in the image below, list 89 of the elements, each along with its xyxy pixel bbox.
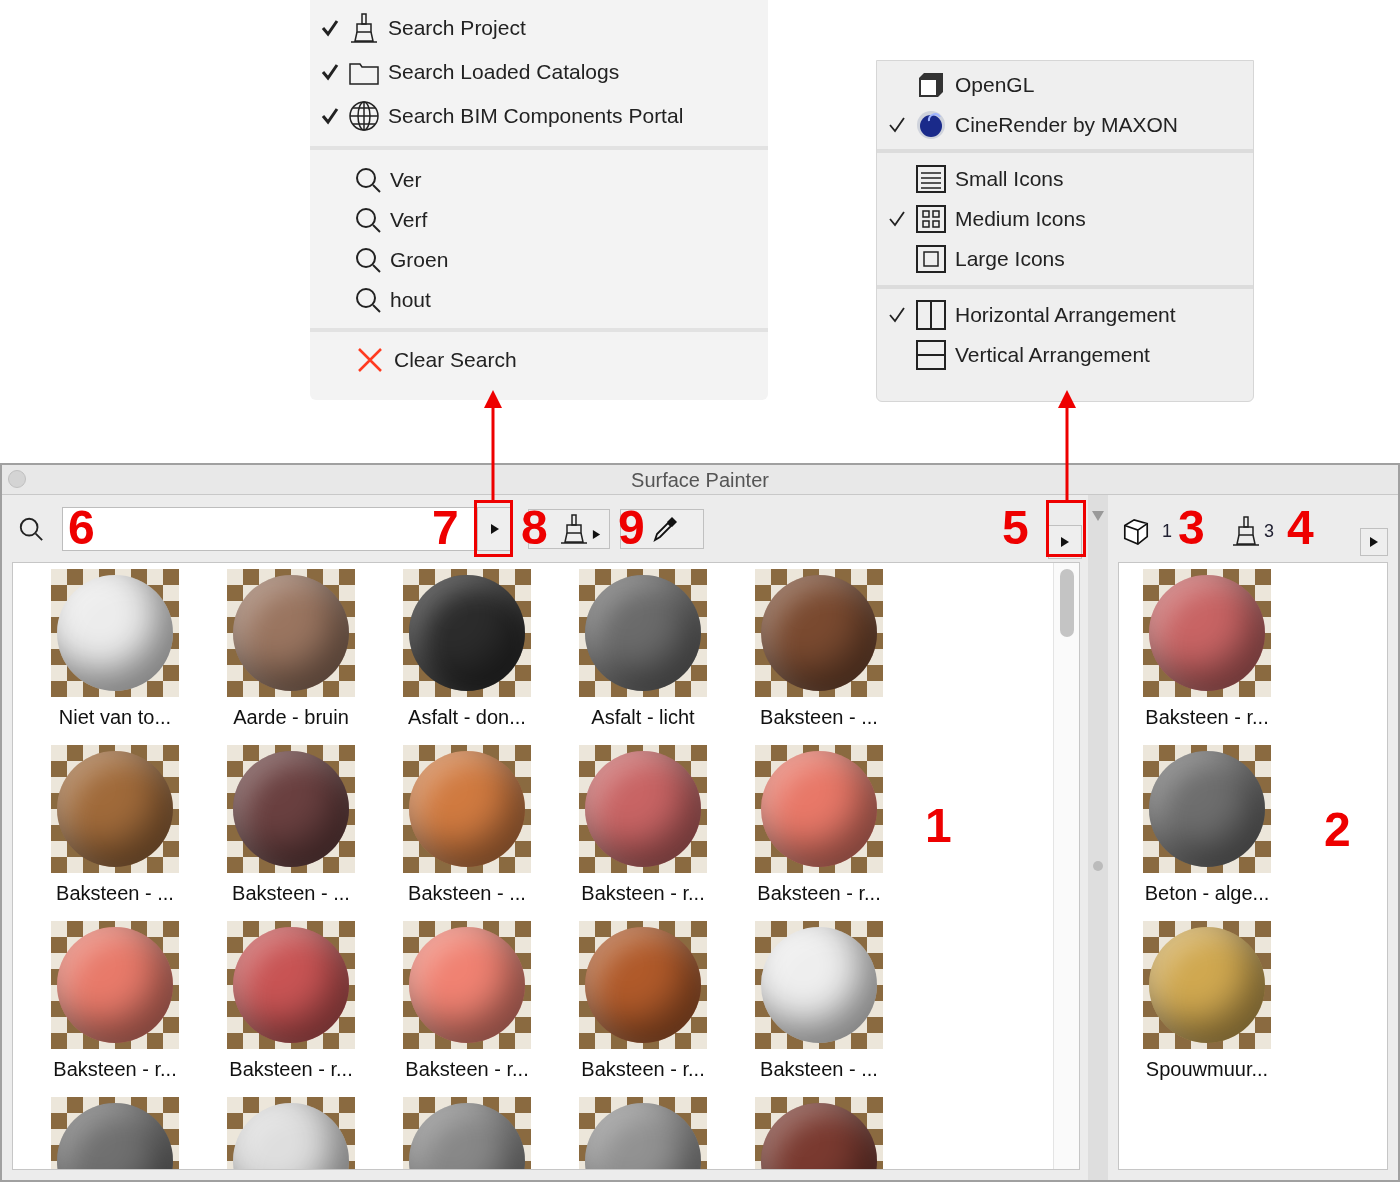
menu-item[interactable]: hout <box>310 280 768 320</box>
menu-item[interactable]: Vertical Arrangement <box>877 335 1253 375</box>
material-preview[interactable] <box>51 745 179 873</box>
splitter-handle[interactable] <box>1093 861 1103 871</box>
callout-number: 8 <box>521 502 548 554</box>
material-preview[interactable] <box>579 921 707 1049</box>
material-preview[interactable] <box>403 745 531 873</box>
search-icon <box>354 246 382 274</box>
cube-icon <box>1122 516 1150 547</box>
search-field[interactable] <box>62 506 512 551</box>
menu-item[interactable]: OpenGL <box>877 65 1253 105</box>
play-arrow-icon <box>1060 535 1070 548</box>
play-arrow-icon <box>1369 535 1379 548</box>
globe-icon <box>348 100 380 132</box>
material-name: Baksteen - ... <box>56 881 174 905</box>
search-menu-button[interactable] <box>477 507 511 550</box>
callout-number: 9 <box>618 502 645 554</box>
callout-number: 3 <box>1178 502 1205 554</box>
play-arrow-icon <box>592 529 601 540</box>
menu-item[interactable]: Search Project <box>310 6 768 50</box>
scrollbar-thumb[interactable] <box>1059 569 1074 637</box>
material-name: Baksteen - r... <box>757 881 881 905</box>
callout-number: 5 <box>1002 502 1029 554</box>
close-icon <box>356 346 384 374</box>
material-name: Baksteen - r... <box>581 1057 705 1081</box>
grid-icon <box>915 203 947 235</box>
material-name: Baksteen - r... <box>53 1057 177 1081</box>
material-preview[interactable] <box>755 569 883 697</box>
pane-menu-button[interactable] <box>1360 527 1388 556</box>
menu-item[interactable]: Verf <box>310 200 768 240</box>
material-name: Asfalt - licht <box>591 705 695 729</box>
menu-item[interactable]: Search Loaded Catalogs <box>310 50 768 94</box>
menu-item[interactable]: Search BIM Components Portal <box>310 94 768 138</box>
material-preview[interactable] <box>1143 745 1271 873</box>
eyedropper-icon <box>651 514 679 543</box>
highlight-frame <box>474 500 513 557</box>
brush-icon <box>1230 514 1262 547</box>
count-label: 1 <box>1162 520 1172 543</box>
window-title: Surface Painter <box>631 467 769 493</box>
material-preview[interactable] <box>227 921 355 1049</box>
square-icon <box>915 243 947 275</box>
material-name: Baksteen - ... <box>232 881 350 905</box>
material-name: Asfalt - don... <box>408 705 526 729</box>
material-name: Spouwmuur... <box>1145 1057 1269 1081</box>
menu-item[interactable]: CineRender by MAXON <box>877 105 1253 145</box>
menu-item[interactable]: Groen <box>310 240 768 280</box>
menu-item[interactable]: Medium Icons <box>877 199 1253 239</box>
material-name: Beton - alge... <box>1144 881 1270 905</box>
menu-item[interactable]: Large Icons <box>877 239 1253 279</box>
count-label: 3 <box>1264 520 1275 543</box>
material-name: Niet van to... <box>58 705 172 729</box>
menu-item[interactable]: Clear Search <box>310 332 768 388</box>
material-name: Aarde - bruin <box>233 705 349 729</box>
material-preview[interactable] <box>227 745 355 873</box>
triangle-down-icon <box>1092 511 1104 521</box>
material-name: Baksteen - r... <box>1145 705 1269 729</box>
menu-item[interactable]: Ver <box>310 160 768 200</box>
callout-number: 7 <box>432 502 459 554</box>
callout-number: 1 <box>925 800 952 852</box>
material-preview[interactable] <box>1143 569 1271 697</box>
callout-number: 2 <box>1324 804 1351 856</box>
list-icon <box>915 163 947 195</box>
brush-icon <box>348 12 380 44</box>
material-name: Baksteen - r... <box>581 881 705 905</box>
menu-item[interactable]: Horizontal Arrangement <box>877 295 1253 335</box>
search-icon <box>354 166 382 194</box>
material-name: Baksteen - r... <box>405 1057 529 1081</box>
material-name: Baksteen - ... <box>760 1057 878 1081</box>
material-preview[interactable] <box>579 745 707 873</box>
callout-number: 6 <box>68 502 95 554</box>
brush-icon <box>558 512 590 545</box>
search-icon <box>354 206 382 234</box>
callout-number: 4 <box>1287 502 1314 554</box>
search-icon <box>18 515 44 542</box>
sphere-logo-icon <box>915 109 947 141</box>
search-icon <box>354 286 382 314</box>
columns-icon <box>915 299 947 331</box>
eyedropper-button[interactable] <box>620 508 704 549</box>
material-name: Baksteen - r... <box>229 1057 353 1081</box>
play-arrow-icon <box>489 522 500 535</box>
highlight-frame <box>1046 500 1086 557</box>
material-name: Baksteen - ... <box>760 705 878 729</box>
menu-item[interactable]: Small Icons <box>877 159 1253 199</box>
material-preview[interactable] <box>403 569 531 697</box>
material-name: Baksteen - ... <box>408 881 526 905</box>
rows-icon <box>915 339 947 371</box>
material-preview[interactable] <box>227 569 355 697</box>
material-preview[interactable] <box>579 569 707 697</box>
scrollbar[interactable] <box>1053 563 1079 1169</box>
